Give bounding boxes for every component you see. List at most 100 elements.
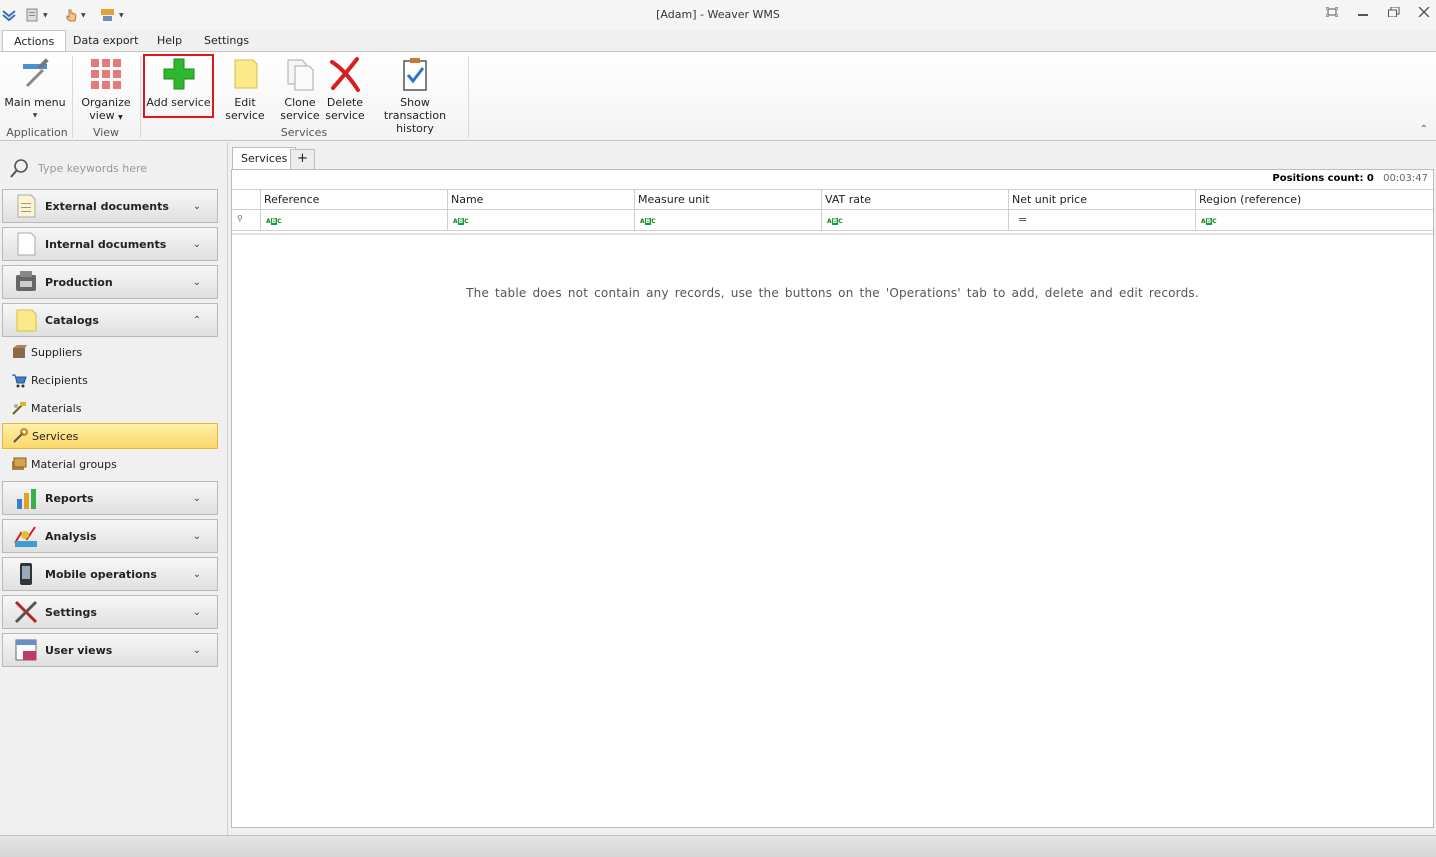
show-transaction-history-button[interactable]: Show transaction history [370, 56, 460, 135]
main-menu-icon [17, 56, 53, 92]
sidebar-group-label: Catalogs [45, 313, 99, 327]
text-filter-icon: ABC [640, 218, 656, 226]
edit-service-button[interactable]: Edit service [215, 56, 275, 122]
ribbon-separator [140, 56, 141, 138]
column-header-net-unit-price[interactable]: Net unit price [1008, 190, 1195, 209]
tab-services[interactable]: Services [232, 147, 297, 169]
filter-vat-rate[interactable]: ABC [821, 210, 1008, 230]
minimize-icon [1358, 14, 1368, 16]
grid-filter-row: ⚲ ABC ABC ABC ABC = ABC [232, 210, 1433, 231]
filter-name[interactable]: ABC [447, 210, 634, 230]
text-filter-icon: ABC [1201, 218, 1217, 226]
clone-service-button[interactable]: Clone service [279, 56, 321, 122]
sidebar-group-production[interactable]: Production ⌄ [2, 265, 218, 299]
grid-separator [232, 233, 1433, 235]
sidebar-group-label: External documents [45, 199, 169, 213]
sidebar-item-material-groups[interactable]: Material groups [2, 451, 218, 477]
sidebar-group-label: Reports [45, 491, 94, 505]
column-header-measure-unit[interactable]: Measure unit [634, 190, 821, 209]
fullscreen-icon [1325, 6, 1339, 18]
main-menu-button[interactable]: Main menu ▼ [4, 56, 66, 122]
chevron-up-icon: ⌃ [1419, 124, 1428, 135]
text-filter-icon: ABC [827, 218, 843, 226]
close-button[interactable] [1415, 6, 1433, 23]
sidebar-item-services[interactable]: Services [2, 423, 218, 449]
chevron-down-icon: ⌄ [192, 568, 202, 580]
filter-reference[interactable]: ABC [260, 210, 447, 230]
sidebar-search[interactable]: Type keywords here [8, 158, 218, 178]
sidebar-group-label: Analysis [45, 529, 97, 543]
abc-c: C [464, 218, 469, 225]
box-icon [11, 344, 27, 360]
show-history-label: Show transaction [383, 96, 447, 122]
restore-icon [1388, 6, 1400, 18]
column-header-reference[interactable]: Reference [260, 190, 447, 209]
ribbon-tab-strip: Actions Data export Help Settings [0, 30, 1436, 53]
minimize-button[interactable] [1354, 7, 1372, 23]
sidebar-item-label: Recipients [31, 373, 88, 387]
tab-settings[interactable]: Settings [193, 30, 260, 52]
delete-service-button[interactable]: Delete service [324, 56, 366, 122]
add-service-highlight-box [143, 54, 214, 118]
tab-actions[interactable]: Actions [2, 30, 67, 53]
chevron-down-icon: ▼ [32, 112, 38, 119]
search-input[interactable]: Type keywords here [38, 162, 147, 175]
column-header-vat-rate[interactable]: VAT rate [821, 190, 1008, 209]
sidebar-group-label: Production [45, 275, 113, 289]
wrench-icon [12, 428, 28, 444]
abc-a: A [453, 218, 458, 225]
equals-filter-icon: = [1018, 213, 1028, 226]
user-views-icon [13, 637, 39, 663]
text-filter-icon: ABC [453, 218, 469, 226]
sidebar-group-external-documents[interactable]: External documents ⌄ [2, 189, 218, 223]
column-header-region[interactable]: Region (reference) [1195, 190, 1433, 209]
organize-view-label: Organize [81, 96, 131, 109]
sidebar-group-settings[interactable]: Settings ⌄ [2, 595, 218, 629]
sidebar-group-internal-documents[interactable]: Internal documents ⌄ [2, 227, 218, 261]
sidebar-group-mobile-operations[interactable]: Mobile operations ⌄ [2, 557, 218, 591]
grid-layout-icon [88, 56, 124, 92]
grid-header-row: Reference Name Measure unit VAT rate Net… [232, 189, 1433, 210]
abc-c: C [277, 218, 282, 225]
tab-help[interactable]: Help [146, 30, 193, 52]
sidebar-item-recipients[interactable]: Recipients [2, 367, 218, 393]
sidebar-item-suppliers[interactable]: Suppliers [2, 339, 218, 365]
filter-net-unit-price[interactable]: = [1008, 210, 1195, 230]
abc-c: C [838, 218, 843, 225]
abc-a: A [266, 218, 271, 225]
abc-a: A [827, 218, 832, 225]
organize-view-label-2-text: view [89, 109, 115, 122]
pin-icon[interactable]: ⚲ [237, 214, 243, 223]
organize-view-button[interactable]: Organize view ▼ [78, 56, 134, 124]
fullscreen-button[interactable] [1323, 6, 1341, 23]
close-icon [1418, 6, 1430, 18]
sidebar-group-catalogs[interactable]: Catalogs ⌃ [2, 303, 218, 337]
abc-c: C [1212, 218, 1217, 225]
clone-service-label: Clone [284, 96, 316, 109]
text-filter-icon: ABC [266, 218, 282, 226]
organize-view-label-2: view ▼ [78, 109, 134, 124]
chevron-down-icon: ⌄ [192, 530, 202, 542]
sidebar-group-user-views[interactable]: User views ⌄ [2, 633, 218, 667]
chevron-down-icon: ⌄ [192, 492, 202, 504]
note-edit-icon [227, 56, 263, 92]
collapse-ribbon-button[interactable]: ⌃ [1420, 124, 1428, 135]
filter-measure-unit[interactable]: ABC [634, 210, 821, 230]
machine-icon [13, 269, 39, 295]
ribbon-group-view: View [92, 126, 120, 139]
positions-count-label: Positions count: 0 [1272, 173, 1374, 184]
add-tab-button[interactable]: + [290, 149, 315, 169]
sidebar-group-label: Internal documents [45, 237, 167, 251]
sidebar-group-reports[interactable]: Reports ⌄ [2, 481, 218, 515]
sidebar-item-materials[interactable]: Materials [2, 395, 218, 421]
filter-region[interactable]: ABC [1195, 210, 1433, 230]
sidebar-item-label: Suppliers [31, 345, 83, 359]
ribbon-group-services: Services [280, 126, 328, 139]
column-header-name[interactable]: Name [447, 190, 634, 209]
materials-icon [11, 400, 27, 416]
restore-button[interactable] [1385, 6, 1403, 23]
search-icon [8, 158, 30, 178]
main-menu-label: Main menu [4, 96, 66, 109]
tab-data-export[interactable]: Data export [62, 30, 149, 52]
sidebar-group-analysis[interactable]: Analysis ⌄ [2, 519, 218, 553]
